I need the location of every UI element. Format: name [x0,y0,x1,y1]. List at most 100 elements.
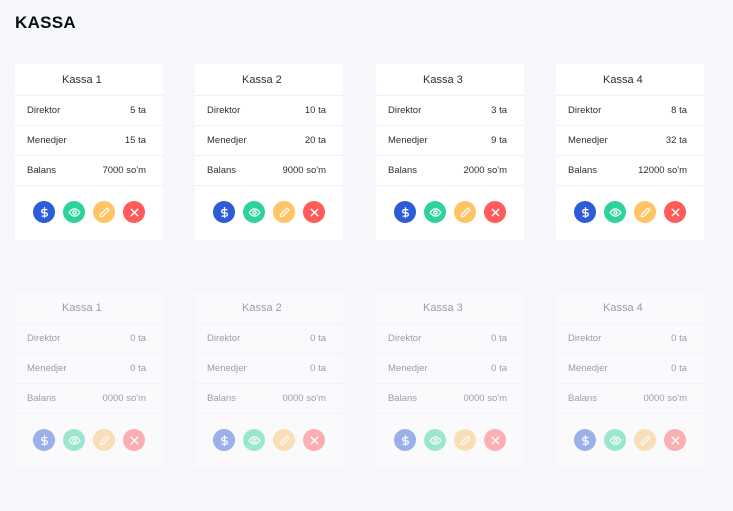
manager-value: 0 ta [491,363,507,374]
edit-button[interactable] [634,201,656,223]
edit-button[interactable] [454,429,476,451]
director-value: 10 ta [304,105,326,116]
card-title: Kassa 3 [376,64,524,96]
balance-label: Balans [568,165,598,176]
manager-value: 0 ta [130,363,146,374]
balance-value: 9000 so'm [282,165,326,176]
delete-button[interactable] [303,429,325,451]
delete-button[interactable] [123,201,145,223]
pencil-icon [460,434,471,445]
pencil-icon [279,434,290,445]
manager-row: Menedjer 0 ta [15,354,163,384]
eye-icon [68,207,80,217]
card-title: Kassa 4 [556,292,704,324]
view-button[interactable] [63,201,85,223]
balance-row: Balans 0000 so'm [376,384,524,414]
delete-button[interactable] [664,429,686,451]
kassa-card-disabled: Kassa 2 Direktor 0 ta Menedjer 0 ta Balans… [195,292,343,468]
kassa-card: Kassa 4 Direktor 8 ta Menedjer 32 ta Balan… [556,64,704,240]
balance-row: Balans 9000 so'm [195,156,343,186]
kassa-card-disabled: Kassa 3 Direktor 0 ta Menedjer 0 ta Balans… [376,292,524,468]
pencil-icon [99,206,110,217]
director-row: Direktor 0 ta [556,324,704,354]
edit-button[interactable] [273,429,295,451]
edit-button[interactable] [634,429,656,451]
close-icon [491,436,499,444]
balance-label: Balans [388,393,418,404]
view-button[interactable] [604,429,626,451]
edit-button[interactable] [454,201,476,223]
pencil-icon [640,206,651,217]
dollar-button[interactable] [33,201,55,223]
view-button[interactable] [243,429,265,451]
director-row: Direktor 0 ta [195,324,343,354]
manager-label: Menedjer [207,135,247,146]
delete-button[interactable] [484,429,506,451]
dollar-button[interactable] [33,429,55,451]
director-value: 8 ta [671,105,687,116]
dollar-icon [40,206,48,218]
close-icon [671,436,679,444]
kassa-card: Kassa 2 Direktor 10 ta Menedjer 20 ta Bala… [195,64,343,240]
manager-label: Menedjer [568,363,608,374]
dollar-button[interactable] [213,201,235,223]
pencil-icon [460,206,471,217]
view-button[interactable] [243,201,265,223]
manager-value: 15 ta [124,135,146,146]
manager-label: Menedjer [207,363,247,374]
director-label: Direktor [207,105,241,116]
delete-button[interactable] [484,201,506,223]
view-button[interactable] [63,429,85,451]
kassa-card: Kassa 1 Direktor 5 ta Menedjer 15 ta Balan… [15,64,163,240]
edit-button[interactable] [93,429,115,451]
view-button[interactable] [604,201,626,223]
director-value: 0 ta [491,333,507,344]
dollar-button[interactable] [574,201,596,223]
view-button[interactable] [424,201,446,223]
manager-label: Menedjer [388,363,428,374]
edit-button[interactable] [273,201,295,223]
director-label: Direktor [388,333,422,344]
delete-button[interactable] [303,201,325,223]
kassa-card-disabled: Kassa 1 Direktor 0 ta Menedjer 0 ta Balans… [15,292,163,468]
card-actions [376,186,524,223]
director-value: 0 ta [130,333,146,344]
balance-label: Balans [27,393,57,404]
dollar-button[interactable] [213,429,235,451]
dollar-icon [401,206,409,218]
manager-row: Menedjer 15 ta [15,126,163,156]
card-actions [15,186,163,223]
card-title: Kassa 1 [15,292,163,324]
close-icon [310,436,318,444]
card-title: Kassa 1 [15,64,163,96]
dollar-icon [581,434,589,446]
balance-row: Balans 0000 so'm [195,384,343,414]
delete-button[interactable] [123,429,145,451]
manager-label: Menedjer [27,135,67,146]
director-row: Direktor 5 ta [15,96,163,126]
director-value: 5 ta [130,105,146,116]
dollar-icon [40,434,48,446]
card-actions [195,186,343,223]
dollar-button[interactable] [394,201,416,223]
eye-icon [429,207,441,217]
manager-label: Menedjer [568,135,608,146]
eye-icon [248,207,260,217]
dollar-icon [220,206,228,218]
balance-value: 0000 so'm [282,393,326,404]
pencil-icon [279,206,290,217]
director-row: Direktor 10 ta [195,96,343,126]
card-title: Kassa 4 [556,64,704,96]
card-actions [15,414,163,451]
delete-button[interactable] [664,201,686,223]
balance-value: 12000 so'm [638,165,687,176]
manager-value: 0 ta [671,363,687,374]
card-title: Kassa 2 [195,292,343,324]
edit-button[interactable] [93,201,115,223]
director-row: Direktor 3 ta [376,96,524,126]
dollar-button[interactable] [574,429,596,451]
view-button[interactable] [424,429,446,451]
dollar-icon [220,434,228,446]
director-value: 0 ta [671,333,687,344]
dollar-button[interactable] [394,429,416,451]
